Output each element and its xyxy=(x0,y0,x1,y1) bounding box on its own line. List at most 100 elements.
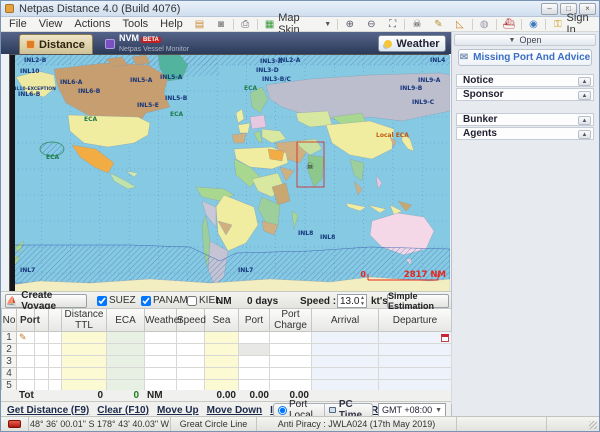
panel-notice[interactable]: Notice ▲ xyxy=(456,74,594,87)
monitor-icon xyxy=(329,407,335,413)
route-distance-label: 2817 NM xyxy=(404,270,446,280)
print-icon[interactable]: ⎙ xyxy=(240,18,251,30)
panel-bunker[interactable]: Bunker ▲ xyxy=(456,113,594,126)
menu-file[interactable]: File xyxy=(8,18,28,30)
col-sea[interactable]: Sea xyxy=(205,309,239,332)
collapse-icon[interactable]: ▲ xyxy=(578,91,591,100)
window-title: Netpas Distance 4.0 (Build 4076) xyxy=(19,3,180,15)
ruler-icon[interactable]: ◺ xyxy=(454,18,465,30)
collapse-icon[interactable]: ▲ xyxy=(578,116,591,125)
zoom-out-icon[interactable]: ⊖ xyxy=(366,18,377,30)
svg-text:INL3-B/C: INL3-B/C xyxy=(262,76,292,83)
svg-text:INL9-C: INL9-C xyxy=(412,99,435,106)
collapse-icon[interactable]: ▲ xyxy=(578,130,591,139)
sidebar-collapse-header[interactable]: ▼ Open xyxy=(454,34,596,46)
missing-port-label: Missing Port And Advice xyxy=(473,52,590,63)
resize-grip[interactable] xyxy=(589,421,597,429)
skull-icon: ☠ xyxy=(306,162,314,172)
suez-checkbox[interactable]: SUEZ xyxy=(97,295,136,306)
col-distance-ttl[interactable]: Distance TTL xyxy=(62,309,107,332)
ship-icon: ⛵ xyxy=(6,297,17,306)
panel-agents[interactable]: Agents ▲ xyxy=(456,127,594,140)
chevron-down-icon: ▼ xyxy=(509,37,516,44)
menu-bar: File View Actions Tools Help ▤ ◙ ⎙ ▦ Map… xyxy=(1,17,599,32)
bunker-drop-icon[interactable]: ◍ xyxy=(479,18,490,30)
nm-unit-label: NM xyxy=(216,296,232,307)
app-window: Netpas Distance 4.0 (Build 4076) – □ × F… xyxy=(0,0,600,432)
map-skin-icon: ▦ xyxy=(264,18,275,30)
export-icon[interactable]: ▤ xyxy=(194,18,205,30)
calendar-icon[interactable] xyxy=(441,334,449,342)
edit-pencil-icon[interactable]: ✎ xyxy=(19,332,27,342)
speed-stepper[interactable]: ▲▼ xyxy=(359,295,366,307)
svg-text:INL2-B: INL2-B xyxy=(24,57,47,64)
move-up-button[interactable]: Move Up xyxy=(157,405,199,416)
simple-estimation-button[interactable]: Simple Estimation xyxy=(387,294,449,308)
tab-distance[interactable]: Distance xyxy=(19,34,93,54)
coordinates-readout: 48° 36' 00.01" S 178° 43' 40.03" W xyxy=(29,417,171,431)
get-distance-button[interactable]: Get Distance (F9) xyxy=(7,405,89,416)
key-icon: ⚿ xyxy=(552,18,563,30)
col-port[interactable]: Port xyxy=(17,309,35,332)
status-flag-icon xyxy=(8,420,21,428)
col-arrival[interactable]: Arrival xyxy=(312,309,379,332)
svg-text:INL5-A: INL5-A xyxy=(130,77,153,84)
svg-text:ECA: ECA xyxy=(170,111,184,118)
tab-nvm[interactable]: NVMBETA Netpas Vessel Monitor xyxy=(101,34,211,54)
col-speed[interactable]: Speed xyxy=(177,309,205,332)
measure-icon[interactable]: ✎ xyxy=(433,18,444,30)
total-distance: 0 xyxy=(61,390,103,401)
line-type-readout: Great Circle Line xyxy=(171,417,257,431)
pc-time-button[interactable]: PC Time xyxy=(324,404,372,416)
table-header-row: No Port Distance TTL ECA Weather Speed S… xyxy=(2,309,452,332)
table-row: 3 xyxy=(2,356,452,368)
nvm-tab-subtitle: Netpas Vessel Monitor xyxy=(119,45,189,54)
time-mode-group: Port Local PC Time xyxy=(273,403,373,417)
col-no[interactable]: No xyxy=(2,309,17,332)
missing-port-button[interactable]: ✉ Missing Port And Advice xyxy=(458,49,592,66)
clear-button[interactable]: Clear (F10) xyxy=(97,405,149,416)
total-label: Tot xyxy=(19,390,34,401)
svg-text:INL6-B: INL6-B xyxy=(18,91,41,98)
menu-actions[interactable]: Actions xyxy=(73,18,111,30)
col-departure[interactable]: Departure xyxy=(379,309,452,332)
col-eca[interactable]: ECA xyxy=(107,309,145,332)
chevron-down-icon: ▼ xyxy=(435,407,442,414)
table-row: 4 xyxy=(2,368,452,380)
svg-text:INL7: INL7 xyxy=(238,267,253,274)
capture-icon[interactable]: ◙ xyxy=(215,18,226,30)
weather-button[interactable]: Weather xyxy=(378,35,446,52)
col-port-charge[interactable]: Port Charge xyxy=(270,309,312,332)
svg-text:Local ECA: Local ECA xyxy=(376,132,409,139)
voyage-toolbar: ⛵ Create Voyage SUEZ PANAMA KIEL NM 0 da… xyxy=(1,291,451,309)
speed-label: Speed : xyxy=(300,296,336,307)
move-down-button[interactable]: Move Down xyxy=(207,405,263,416)
table-row: 2 xyxy=(2,344,452,356)
bunker-label: Bunker xyxy=(463,114,497,125)
help-globe-icon[interactable]: ◉ xyxy=(528,18,539,30)
create-voyage-button[interactable]: ⛵ Create Voyage xyxy=(5,294,87,308)
menu-view[interactable]: View xyxy=(38,18,64,30)
col-port2[interactable]: Port xyxy=(239,309,270,332)
svg-text:ECA: ECA xyxy=(244,85,258,92)
world-map[interactable]: ☠ 0 2817 NM INL2-BINL4INL10INL6-AINL6-BI… xyxy=(9,54,449,291)
menu-tools[interactable]: Tools xyxy=(121,18,149,30)
anti-piracy-icon[interactable]: ☠ xyxy=(411,18,422,30)
speed-unit-label: kt's xyxy=(371,296,388,307)
vessel-icon[interactable]: ⛴ xyxy=(503,18,515,30)
timezone-select[interactable]: GMT +08:00 ▼ xyxy=(378,403,446,417)
svg-text:INL2-A: INL2-A xyxy=(278,57,301,64)
total-port: 0.00 xyxy=(229,390,269,401)
map-edge xyxy=(10,55,15,292)
zoom-in-icon[interactable]: ⊕ xyxy=(344,18,355,30)
collapse-icon[interactable]: ▲ xyxy=(578,77,591,86)
col-weather[interactable]: Weather xyxy=(145,309,177,332)
fit-screen-icon[interactable]: ⛶ xyxy=(387,18,398,30)
menu-help[interactable]: Help xyxy=(159,18,184,30)
total-eca: 0 xyxy=(106,390,139,401)
distance-tab-label: Distance xyxy=(39,39,85,51)
nvm-beta-badge: BETA xyxy=(141,37,161,43)
days-value: 0 days xyxy=(247,296,278,307)
panel-sponsor[interactable]: Sponsor ▲ xyxy=(456,88,594,101)
port-cell[interactable]: ✎ xyxy=(17,332,35,344)
